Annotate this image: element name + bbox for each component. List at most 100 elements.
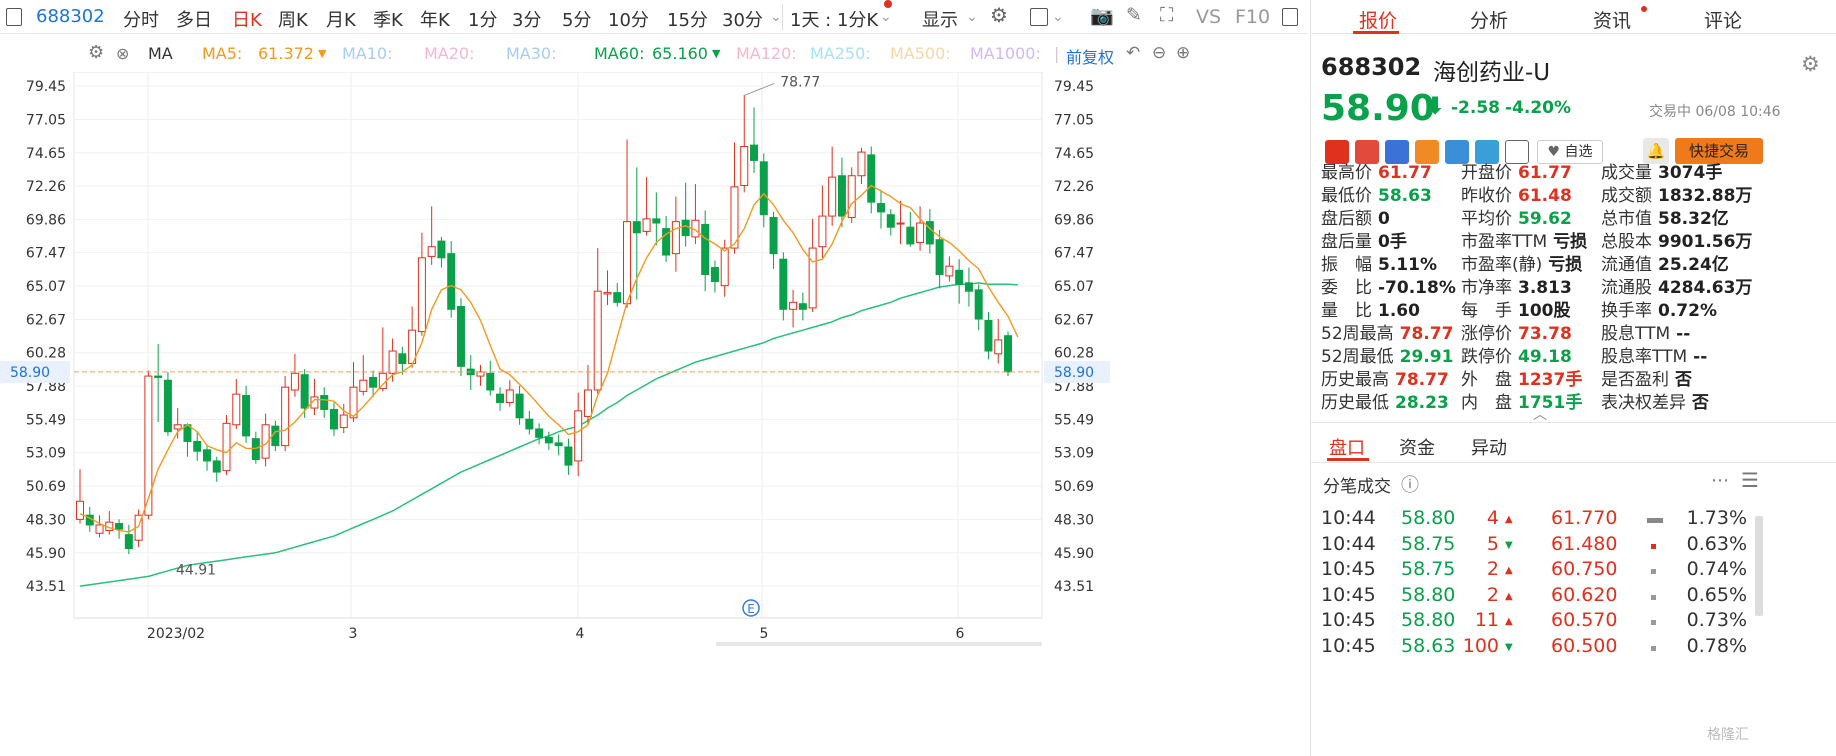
tab-capital[interactable]: 资金 <box>1399 434 1435 460</box>
candle-body <box>818 215 827 248</box>
close-icon[interactable]: ⊗ <box>116 44 129 63</box>
stat-item: 开盘价 61.77 <box>1461 158 1572 183</box>
f10-button[interactable]: F10 <box>1235 6 1270 28</box>
ma5-label: MA5: <box>202 44 243 63</box>
stat-value: 73.78 <box>1518 324 1572 344</box>
info-icon[interactable]: ⓘ <box>1401 471 1419 497</box>
candle-body <box>847 175 856 218</box>
kline-chart[interactable]: 79.45 79.45 77.05 77.05 74.65 74.65 72.26 72.26… <box>0 72 1110 752</box>
gear-icon[interactable]: ⚙ <box>990 3 1008 27</box>
quote-panel: 报价 分析 资讯 评论 688302 海创药业-U ⚙ 58.90 ⬇ -2.5… <box>1310 0 1836 756</box>
tab-orderbook[interactable]: 盘口 <box>1329 434 1365 460</box>
stat-value: 28.23 <box>1395 393 1449 413</box>
stat-item: 跌停价 49.18 <box>1461 342 1572 367</box>
period-tab-1min[interactable]: 1分 <box>468 6 497 32</box>
news-dot <box>1641 6 1647 12</box>
period-tab-15min[interactable]: 15分 <box>667 6 708 32</box>
range-select[interactable]: 1天 : 1分K <box>790 6 878 32</box>
compare-button[interactable]: VS <box>1196 6 1221 28</box>
undo-icon[interactable]: ↶ <box>1126 43 1140 63</box>
scrollbar[interactable] <box>1755 516 1763 616</box>
active-subtab-indicator <box>1327 458 1369 461</box>
stat-label: 平均价 <box>1461 209 1512 229</box>
candle-body <box>525 418 534 430</box>
y-tick-label-right: 65.07 <box>1054 279 1094 295</box>
stat-value: 1751手 <box>1518 393 1583 413</box>
candle-body <box>1004 335 1012 373</box>
candle-body <box>623 221 632 305</box>
y-tick-label-left: 67.47 <box>26 246 66 262</box>
trading-status: 交易中 06/08 10:46 <box>1649 104 1781 120</box>
event-e-label: E <box>747 602 755 616</box>
period-tab-intraday[interactable]: 分时 <box>123 6 159 32</box>
ticks-title: 分笔成交 <box>1323 477 1391 497</box>
chevron-down-icon[interactable]: ▼ <box>712 47 720 60</box>
tab-analysis[interactable]: 分析 <box>1470 6 1508 33</box>
stat-value: 1832.88万 <box>1658 186 1753 206</box>
period-tab-weekly[interactable]: 周K <box>278 6 308 32</box>
stat-item: 涨停价 73.78 <box>1461 319 1572 344</box>
stat-label: 内 盘 <box>1461 393 1512 413</box>
period-tab-quarterly[interactable]: 季K <box>373 6 403 32</box>
adjust-select[interactable]: 前复权 <box>1066 44 1114 68</box>
chevron-down-icon[interactable]: ⌄ <box>770 9 782 25</box>
display-menu[interactable]: 显示 <box>922 6 958 32</box>
tab-anomaly[interactable]: 异动 <box>1471 434 1507 460</box>
chevron-up-icon[interactable]: ︿ <box>1533 404 1547 424</box>
more-icon[interactable]: ⋯ <box>1711 470 1729 491</box>
tick-bar <box>1651 594 1656 600</box>
gear-icon[interactable]: ⚙ <box>88 42 104 63</box>
price-change-pct: -4.20% <box>1505 98 1572 118</box>
fullscreen-icon[interactable]: ⛶ <box>1160 4 1173 26</box>
candle-body <box>652 218 661 224</box>
up-arrow-icon: ▲ <box>1505 514 1513 525</box>
period-tab-multiday[interactable]: 多日 <box>176 6 212 32</box>
stat-item: 历史最高 78.77 <box>1321 365 1449 390</box>
chevron-down-icon[interactable]: ▼ <box>318 47 326 60</box>
tab-quote[interactable]: 报价 <box>1359 6 1397 33</box>
stat-item: 换手率 0.72% <box>1601 296 1717 321</box>
tab-comments[interactable]: 评论 <box>1704 6 1742 33</box>
y-tick-label-right: 43.51 <box>1054 579 1094 595</box>
zoom-out-icon[interactable]: ⊖ <box>1152 43 1166 63</box>
stat-label: 最低价 <box>1321 186 1372 206</box>
stat-item: 流通值 25.24亿 <box>1601 250 1729 275</box>
period-tab-10min[interactable]: 10分 <box>608 6 649 32</box>
tab-news[interactable]: 资讯 <box>1593 6 1631 33</box>
camera-icon[interactable]: 📷 <box>1090 4 1114 27</box>
ma500-label: MA500: <box>890 44 951 63</box>
pencil-icon[interactable]: ✎ <box>1126 4 1142 26</box>
tick-time: 10:45 <box>1321 609 1376 631</box>
tick-pct: 0.73% <box>1686 609 1747 631</box>
period-tab-30min[interactable]: 30分 <box>722 6 763 32</box>
period-tab-3min[interactable]: 3分 <box>512 6 541 32</box>
tick-bar <box>1651 569 1656 574</box>
panel-toggle-icon[interactable] <box>1282 8 1298 26</box>
period-tab-5min[interactable]: 5分 <box>562 6 591 32</box>
gear-icon[interactable]: ⚙ <box>1801 52 1820 76</box>
chevron-down-icon[interactable]: ⌄ <box>966 9 978 25</box>
stock-code[interactable]: 688302 <box>36 6 105 27</box>
ma1000-label: MA1000: <box>970 44 1041 63</box>
period-tab-daily[interactable]: 日K <box>232 6 262 32</box>
layout-icon[interactable] <box>1030 8 1048 26</box>
candle-body <box>515 393 524 419</box>
candle-body <box>593 290 602 391</box>
chevron-down-icon[interactable]: ⌄ <box>880 9 892 25</box>
indicator-type[interactable]: MA <box>148 44 173 63</box>
list-icon[interactable]: ☰ <box>1741 468 1759 492</box>
candle-body <box>857 151 866 177</box>
zoom-in-icon[interactable]: ⊕ <box>1176 43 1190 63</box>
period-tab-yearly[interactable]: 年K <box>420 6 450 32</box>
chart-toolbar: 688302 分时 多日 日K 周K 月K 季K 年K 1分 3分 5分 10分… <box>0 0 1308 34</box>
candle-body <box>759 161 768 216</box>
chevron-down-icon[interactable]: ⌄ <box>1052 9 1064 25</box>
tick-price: 58.75 <box>1401 558 1456 580</box>
ma10-label: MA10: <box>342 44 393 63</box>
stat-value: -70.18% <box>1378 278 1456 298</box>
period-tab-monthly[interactable]: 月K <box>326 6 356 32</box>
sidebar-toggle-icon[interactable] <box>6 8 22 26</box>
stat-item: 成交额 1832.88万 <box>1601 181 1752 206</box>
stat-item: 市盈率TTM 亏损 <box>1461 227 1587 252</box>
stat-value: 否 <box>1692 393 1709 413</box>
